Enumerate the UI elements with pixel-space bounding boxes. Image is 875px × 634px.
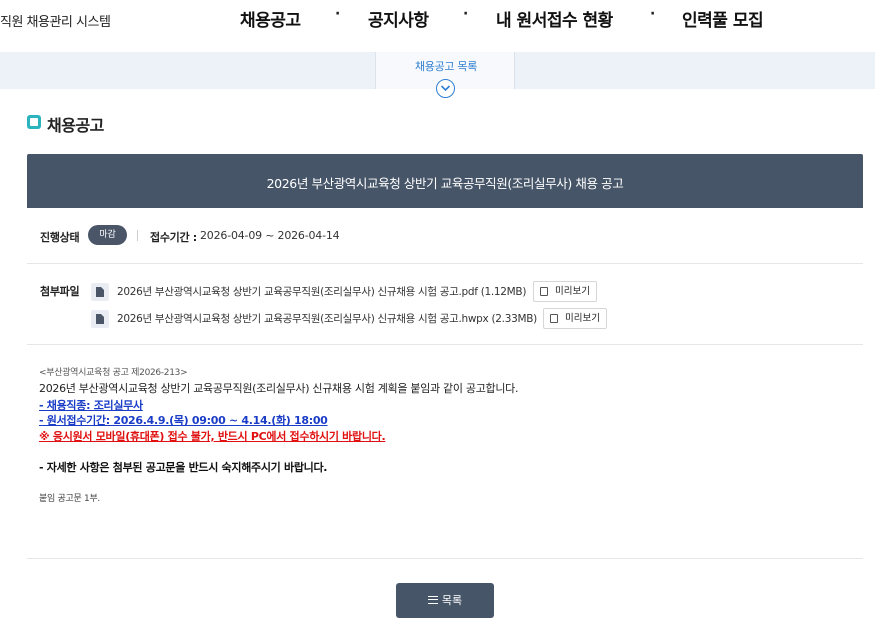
- preview-button[interactable]: 미리보기: [543, 308, 607, 329]
- chevron-down-icon: [440, 85, 451, 92]
- period-label: 접수기간 :: [150, 231, 197, 244]
- attachment-note: 붙임 공고문 1부.: [39, 494, 100, 504]
- divider: [137, 230, 138, 241]
- list-button[interactable]: 목록: [396, 583, 494, 618]
- preview-button-label: 미리보기: [565, 313, 600, 324]
- main-nav: 채용공고 · 공지사항 · 내 원서접수 현황 · 인력풀 모집: [0, 0, 875, 52]
- period-value: 2026-04-09 ~ 2026-04-14: [200, 229, 340, 242]
- subnav-toggle-button[interactable]: [436, 79, 455, 98]
- nav-separator: ·: [650, 6, 656, 22]
- application-period: - 원서접수기간: 2026.4.9.(목) 09:00 ~ 4.14.(화) …: [39, 414, 328, 427]
- square-bullet-icon: [27, 115, 41, 129]
- warning-text: ※ 응시원서 모바일(휴대폰) 접수 불가, 반드시 PC에서 접수하시기 바랍…: [39, 430, 386, 443]
- header: 직원 채용관리 시스템 채용공고 · 공지사항 · 내 원서접수 현황 · 인력…: [0, 0, 875, 52]
- nav-separator: ·: [463, 6, 469, 22]
- list-button-label: 목록: [441, 594, 463, 607]
- detail-note: - 자세한 사항은 첨부된 공고문을 반드시 숙지해주시기 바랍니다.: [39, 461, 328, 474]
- notice-title: 2026년 부산광역시교육청 상반기 교육공무직원(조리실무사) 채용 공고: [266, 176, 624, 191]
- nav-separator: ·: [335, 6, 341, 22]
- file-icon: [91, 283, 109, 301]
- status-badge: 마감: [88, 225, 127, 245]
- attachments-row: 첨부파일 2026년 부산광역시교육청 상반기 교육공무직원(조리실무사) 신규…: [27, 264, 863, 345]
- file-icon: [91, 310, 109, 328]
- notice-title-banner: 2026년 부산광역시교육청 상반기 교육공무직원(조리실무사) 채용 공고: [27, 154, 863, 208]
- document-icon: [550, 314, 558, 323]
- nav-item-notices[interactable]: 공지사항: [368, 6, 429, 31]
- job-type: - 채용직종: 조리실무사: [39, 399, 143, 412]
- nav-item-recruitment[interactable]: 채용공고: [240, 6, 301, 31]
- attachment-link-hwpx[interactable]: 2026년 부산광역시교육청 상반기 교육공무직원(조리실무사) 신규채용 시험…: [117, 311, 537, 326]
- preview-button-label: 미리보기: [555, 286, 590, 297]
- status-label: 진행상태: [40, 231, 80, 244]
- nav-item-my-applications[interactable]: 내 원서접수 현황: [496, 6, 613, 31]
- notice-number: <부산광역시교육청 공고 제2026-213>: [39, 368, 188, 378]
- notice-intro: 2026년 부산광역시교육청 상반기 교육공무직원(조리실무사) 신규채용 시험…: [39, 382, 519, 395]
- tab-recruitment-list-label: 채용공고 목록: [414, 60, 478, 73]
- list-icon: [427, 596, 438, 604]
- page-title: 채용공고: [47, 116, 104, 135]
- attachment-link-pdf[interactable]: 2026년 부산광역시교육청 상반기 교육공무직원(조리실무사) 신규채용 시험…: [117, 284, 526, 299]
- status-row: 진행상태 마감 접수기간 : 2026-04-09 ~ 2026-04-14: [27, 208, 863, 264]
- divider: [27, 558, 863, 559]
- document-icon: [540, 287, 548, 296]
- nav-item-talent-pool[interactable]: 인력풀 모집: [682, 6, 764, 31]
- preview-button[interactable]: 미리보기: [533, 281, 597, 302]
- attachments-label: 첨부파일: [40, 285, 80, 298]
